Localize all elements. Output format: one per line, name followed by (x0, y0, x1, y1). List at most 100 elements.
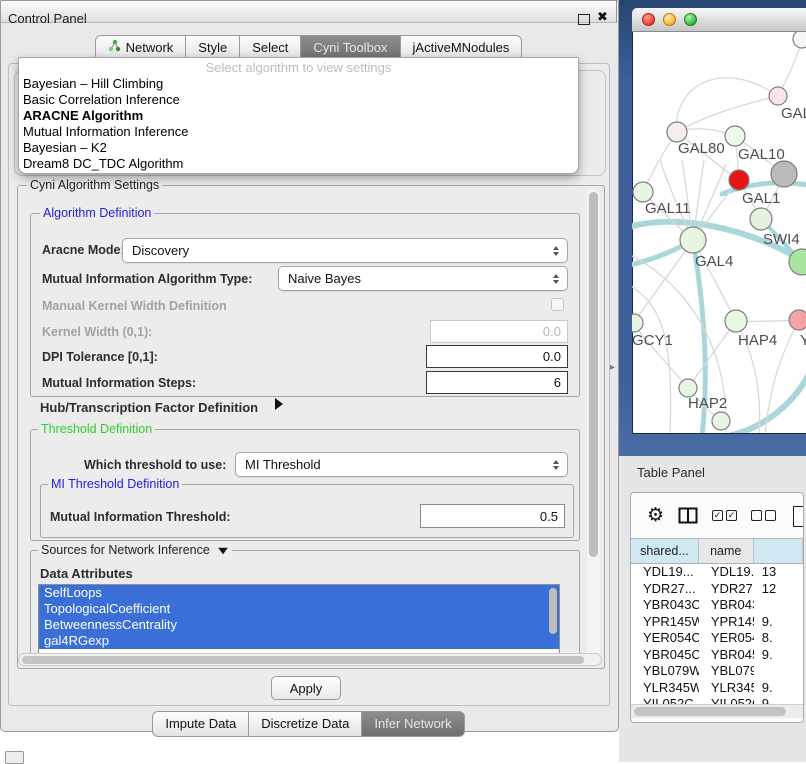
network-canvas[interactable]: GALGAL80GAL10GAL11GAL1SWI4GAL4GCY1HAP4YH… (632, 32, 806, 433)
tab-label: Network (126, 39, 174, 57)
minimize-traffic-light-icon[interactable] (663, 13, 676, 26)
column-header-2[interactable] (754, 539, 803, 563)
settings-group-title: Cyni Algorithm Settings (27, 178, 162, 192)
table-rows: YDL19...YDL19...13YDR27...YDR27...12YBR0… (631, 564, 803, 713)
mi-threshold-input[interactable] (420, 504, 565, 528)
algorithm-item-bayesian-hill-climbing[interactable]: Bayesian – Hill Climbing (19, 76, 578, 92)
network-node[interactable] (725, 126, 745, 146)
dpi-tolerance-input[interactable] (426, 345, 568, 368)
hub-definition-toggle-label[interactable]: Hub/Transcription Factor Definition (40, 400, 258, 415)
network-node[interactable] (793, 32, 806, 48)
table-row[interactable]: YDR27...YDR27...12 (631, 581, 803, 598)
table-cell: YDL19... (631, 564, 699, 581)
settings-scrollbar-thumb[interactable] (589, 192, 598, 557)
algorithm-item-bayesian-k2[interactable]: Bayesian – K2 (19, 140, 578, 156)
tab-infer-network[interactable]: Infer Network (362, 711, 464, 737)
table-row[interactable]: YLR345WYLR345W9. (631, 680, 803, 697)
algorithm-item-dream8-dc-tdc-algorithm[interactable]: Dream8 DC_TDC Algorithm (19, 156, 578, 172)
tab-discretize-data[interactable]: Discretize Data (249, 711, 362, 737)
network-window-titlebar[interactable] (632, 8, 806, 32)
mi-type-label: Mutual Information Algorithm Type: (42, 272, 252, 286)
algorithm-dropdown-popup: Select algorithm to view settings Bayesi… (18, 57, 579, 174)
mi-type-value: Naive Bayes (279, 271, 549, 286)
kernel-width-input[interactable] (430, 320, 568, 343)
table-cell (754, 597, 803, 614)
table-row[interactable]: YER054CYER054C8. (631, 630, 803, 647)
which-threshold-value: MI Threshold (236, 457, 549, 472)
network-node[interactable] (633, 182, 653, 202)
network-edge (632, 284, 671, 433)
table-cell: YBR045C (699, 647, 754, 664)
network-node-label: GAL10 (738, 146, 785, 163)
apply-button[interactable]: Apply (271, 676, 341, 700)
table-toolbar: ⚙ ✓✓ (631, 493, 803, 537)
network-node[interactable] (789, 310, 806, 330)
control-panel-title: Control Panel (8, 11, 87, 26)
table-row[interactable]: YDL19...YDL19...13 (631, 564, 803, 581)
table-cell: YDL19... (699, 564, 754, 581)
mi-threshold-group-title: MI Threshold Definition (48, 477, 182, 491)
attributes-scrollbar-thumb[interactable] (549, 588, 557, 634)
settings-hscrollbar-track[interactable] (18, 653, 602, 666)
sources-group-title[interactable]: Sources for Network Inference (38, 543, 232, 557)
network-node[interactable] (680, 227, 706, 253)
collapse-arrow-icon[interactable] (219, 548, 229, 554)
data-attributes-label: Data Attributes (40, 566, 133, 581)
network-node[interactable] (771, 161, 797, 187)
settings-hscrollbar-thumb[interactable] (22, 656, 584, 664)
table-row[interactable]: YPR145WYPR145W9. (631, 614, 803, 631)
network-node[interactable] (712, 412, 730, 430)
network-node[interactable] (632, 314, 643, 332)
expand-arrow-icon[interactable] (275, 398, 283, 410)
combo-arrows-icon (549, 246, 563, 256)
which-threshold-combo[interactable]: MI Threshold (235, 452, 568, 477)
aracne-mode-combo[interactable]: Discovery (122, 238, 568, 263)
network-node[interactable] (750, 208, 772, 230)
attribute-item-gal4rgexp[interactable]: gal4RGexp (39, 633, 559, 649)
table-panel: ⚙ ✓✓ shared...name YDL19...YDL19...13YDR… (630, 492, 804, 723)
table-cell: 9. (754, 680, 803, 697)
mi-type-combo[interactable]: Naive Bayes (278, 266, 568, 291)
table-row[interactable]: YBR043CYBR043C (631, 597, 803, 614)
network-node-label: GAL1 (742, 190, 780, 207)
deselect-all-checkboxes-icon[interactable] (751, 510, 776, 521)
mi-steps-input[interactable] (426, 371, 568, 394)
minimized-panel-icon[interactable] (5, 751, 24, 764)
gear-icon[interactable]: ⚙ (647, 506, 664, 525)
network-node[interactable] (725, 310, 747, 332)
close-icon[interactable]: ✖ (597, 9, 608, 25)
table-cell: YDR27... (699, 581, 754, 598)
algorithm-item-aracne-algorithm[interactable]: ARACNE Algorithm (19, 108, 578, 124)
column-header-shared[interactable]: shared... (631, 539, 699, 563)
network-node[interactable] (667, 122, 687, 142)
tab-label: Select (252, 39, 288, 57)
table-cell: YBR045C (631, 647, 699, 664)
attribute-item-topologicalcoefficient[interactable]: TopologicalCoefficient (39, 601, 559, 617)
data-attributes-list: SelfLoopsTopologicalCoefficientBetweenne… (38, 584, 560, 655)
document-icon[interactable] (793, 506, 804, 527)
table-cell: YLR345W (631, 680, 699, 697)
settings-scrollbar-track[interactable] (587, 189, 600, 663)
table-hscrollbar-thumb[interactable] (634, 707, 786, 716)
table-hscrollbar-track[interactable] (631, 704, 803, 718)
select-all-checkboxes-icon[interactable]: ✓✓ (712, 510, 737, 521)
close-traffic-light-icon[interactable] (642, 13, 655, 26)
column-header-name[interactable]: name (699, 539, 754, 563)
tab-impute-data[interactable]: Impute Data (152, 711, 249, 737)
table-cell: 9. (754, 614, 803, 631)
control-panel-titlebar[interactable] (0, 0, 617, 23)
attribute-item-betweennesscentrality[interactable]: BetweennessCentrality (39, 617, 559, 633)
network-node[interactable] (729, 170, 749, 190)
attribute-item-selfloops[interactable]: SelfLoops (39, 585, 559, 601)
algorithm-item-mutual-information-inference[interactable]: Mutual Information Inference (19, 124, 578, 140)
float-window-icon[interactable] (578, 14, 590, 25)
manual-kernel-checkbox[interactable] (551, 298, 564, 311)
table-row[interactable]: YBR045CYBR045C9. (631, 647, 803, 664)
table-cell: YDR27... (631, 581, 699, 598)
table-row[interactable]: YBL079WYBL079W (631, 663, 803, 680)
network-node[interactable] (769, 87, 787, 105)
columns-icon[interactable] (678, 507, 698, 524)
zoom-traffic-light-icon[interactable] (684, 13, 697, 26)
panel-collapse-arrow-icon[interactable]: ▸ (610, 362, 615, 373)
algorithm-item-basic-correlation-inference[interactable]: Basic Correlation Inference (19, 92, 578, 108)
